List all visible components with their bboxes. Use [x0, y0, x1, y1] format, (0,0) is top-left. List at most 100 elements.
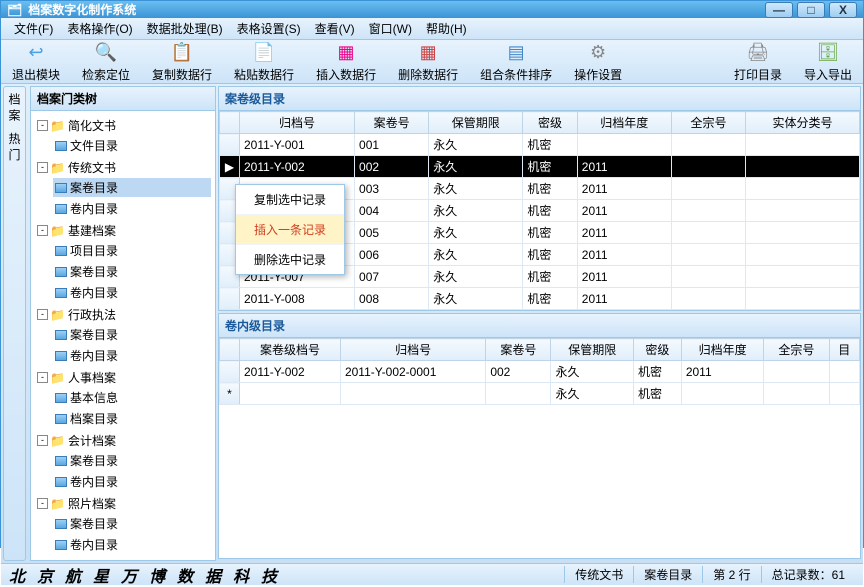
menu-item[interactable]: 文件(F)	[7, 17, 60, 40]
tree-folder[interactable]: -📁人事档案	[35, 368, 211, 387]
cell[interactable]	[671, 222, 745, 244]
column-header[interactable]: 全宗号	[764, 339, 829, 361]
column-header[interactable]: 全宗号	[671, 112, 745, 134]
column-header[interactable]: 归档年度	[681, 339, 764, 361]
cell[interactable]	[746, 266, 860, 288]
column-header[interactable]: 案卷号	[355, 112, 429, 134]
column-header[interactable]: 实体分类号	[746, 112, 860, 134]
tree-leaf[interactable]: 案卷目录	[53, 178, 211, 197]
cell[interactable]: 2011-Y-002-0001	[340, 361, 485, 383]
tree-folder[interactable]: -📁简化文书	[35, 116, 211, 135]
table-row[interactable]: ▶2011-Y-002002永久机密2011	[220, 156, 860, 178]
cell[interactable]: 机密	[523, 244, 577, 266]
table-row[interactable]: 2011-Y-0022011-Y-002-0001002永久机密2011	[220, 361, 860, 383]
min-button[interactable]: —	[765, 2, 793, 18]
expander-icon[interactable]: -	[37, 225, 48, 236]
cell[interactable]: 2011-Y-002	[240, 156, 355, 178]
column-header[interactable]: 归档号	[340, 339, 485, 361]
cell[interactable]: 永久	[429, 288, 523, 310]
cell[interactable]: 机密	[523, 266, 577, 288]
bottom-table[interactable]: 案卷级档号归档号案卷号保管期限密级归档年度全宗号目2011-Y-0022011-…	[219, 338, 860, 405]
context-menu-item[interactable]: 删除选中记录	[236, 245, 344, 274]
cell[interactable]	[681, 383, 764, 405]
toolbar-组合条件排序[interactable]: ▤组合条件排序	[469, 40, 563, 83]
expander-icon[interactable]: -	[37, 498, 48, 509]
menu-item[interactable]: 帮助(H)	[419, 17, 474, 40]
tree-folder[interactable]: -📁照片档案	[35, 494, 211, 513]
cell[interactable]	[671, 200, 745, 222]
cell[interactable]: 永久	[429, 178, 523, 200]
cell[interactable]	[746, 178, 860, 200]
column-header[interactable]: 案卷级档号	[240, 339, 341, 361]
row-header[interactable]	[220, 134, 240, 156]
cell[interactable]	[671, 266, 745, 288]
cell[interactable]	[746, 156, 860, 178]
table-row[interactable]: 2011-Y-001001永久机密	[220, 134, 860, 156]
cell[interactable]	[746, 200, 860, 222]
cell[interactable]: 003	[355, 178, 429, 200]
column-header[interactable]: 保管期限	[429, 112, 523, 134]
cell[interactable]	[671, 244, 745, 266]
expander-icon[interactable]: -	[37, 372, 48, 383]
column-header[interactable]: 密级	[634, 339, 682, 361]
cell[interactable]	[829, 383, 860, 405]
cell[interactable]: 永久	[551, 383, 634, 405]
menu-item[interactable]: 数据批处理(B)	[140, 17, 230, 40]
cell[interactable]: 2011	[681, 361, 764, 383]
toolbar-粘贴数据行[interactable]: 📄粘贴数据行	[223, 40, 305, 83]
cell[interactable]: 永久	[429, 266, 523, 288]
row-header[interactable]: *	[220, 383, 240, 405]
tree-folder[interactable]: -📁会计档案	[35, 431, 211, 450]
toolbar-导入导出[interactable]: 🗄导入导出	[793, 40, 863, 83]
row-header[interactable]	[220, 361, 240, 383]
tree-folder[interactable]: -📁传统文书	[35, 158, 211, 177]
column-header[interactable]: 归档号	[240, 112, 355, 134]
cell[interactable]	[746, 134, 860, 156]
toolbar-复制数据行[interactable]: 📋复制数据行	[141, 40, 223, 83]
cell[interactable]: 2011-Y-002	[240, 361, 341, 383]
cell[interactable]: 永久	[429, 200, 523, 222]
column-header[interactable]: 归档年度	[577, 112, 671, 134]
toolbar-打印目录[interactable]: 🖨打印目录	[723, 40, 793, 83]
expander-icon[interactable]: -	[37, 120, 48, 131]
tree-leaf[interactable]: 卷内目录	[53, 472, 211, 491]
tree-leaf[interactable]: 案卷目录	[53, 451, 211, 470]
cell[interactable]: 005	[355, 222, 429, 244]
table-row[interactable]: *永久机密	[220, 383, 860, 405]
toolbar-检索定位[interactable]: 🔍检索定位	[71, 40, 141, 83]
cell[interactable]: 007	[355, 266, 429, 288]
cell[interactable]: 2011	[577, 222, 671, 244]
tree-leaf[interactable]: 案卷目录	[53, 262, 211, 281]
cell[interactable]: 永久	[551, 361, 634, 383]
tree-leaf[interactable]: 卷内目录	[53, 283, 211, 302]
cell[interactable]: 永久	[429, 222, 523, 244]
cell[interactable]: 2011	[577, 178, 671, 200]
tree-folder[interactable]: -📁基建档案	[35, 221, 211, 240]
cell[interactable]	[764, 383, 829, 405]
tree-leaf[interactable]: 卷内目录	[53, 199, 211, 218]
cell[interactable]	[671, 156, 745, 178]
toolbar-插入数据行[interactable]: ▦插入数据行	[305, 40, 387, 83]
side-dock-tab[interactable]: 档案 热门	[3, 86, 26, 561]
cell[interactable]: 006	[355, 244, 429, 266]
tree-leaf[interactable]: 档案目录	[53, 409, 211, 428]
row-header[interactable]: ▶	[220, 156, 240, 178]
column-header[interactable]: 密级	[523, 112, 577, 134]
menu-item[interactable]: 窗口(W)	[362, 17, 419, 40]
cell[interactable]: 004	[355, 200, 429, 222]
cell[interactable]: 永久	[429, 156, 523, 178]
cell[interactable]	[746, 288, 860, 310]
menu-item[interactable]: 查看(V)	[308, 17, 362, 40]
context-menu-item[interactable]: 插入一条记录	[236, 215, 344, 245]
cell[interactable]	[671, 178, 745, 200]
cell[interactable]: 机密	[523, 134, 577, 156]
column-header[interactable]: 案卷号	[486, 339, 551, 361]
cell[interactable]	[764, 361, 829, 383]
cell[interactable]: 001	[355, 134, 429, 156]
cell[interactable]	[671, 134, 745, 156]
row-header[interactable]	[220, 288, 240, 310]
cell[interactable]	[240, 383, 341, 405]
tree-leaf[interactable]: 基本信息	[53, 388, 211, 407]
expander-icon[interactable]: -	[37, 435, 48, 446]
cell[interactable]	[671, 288, 745, 310]
